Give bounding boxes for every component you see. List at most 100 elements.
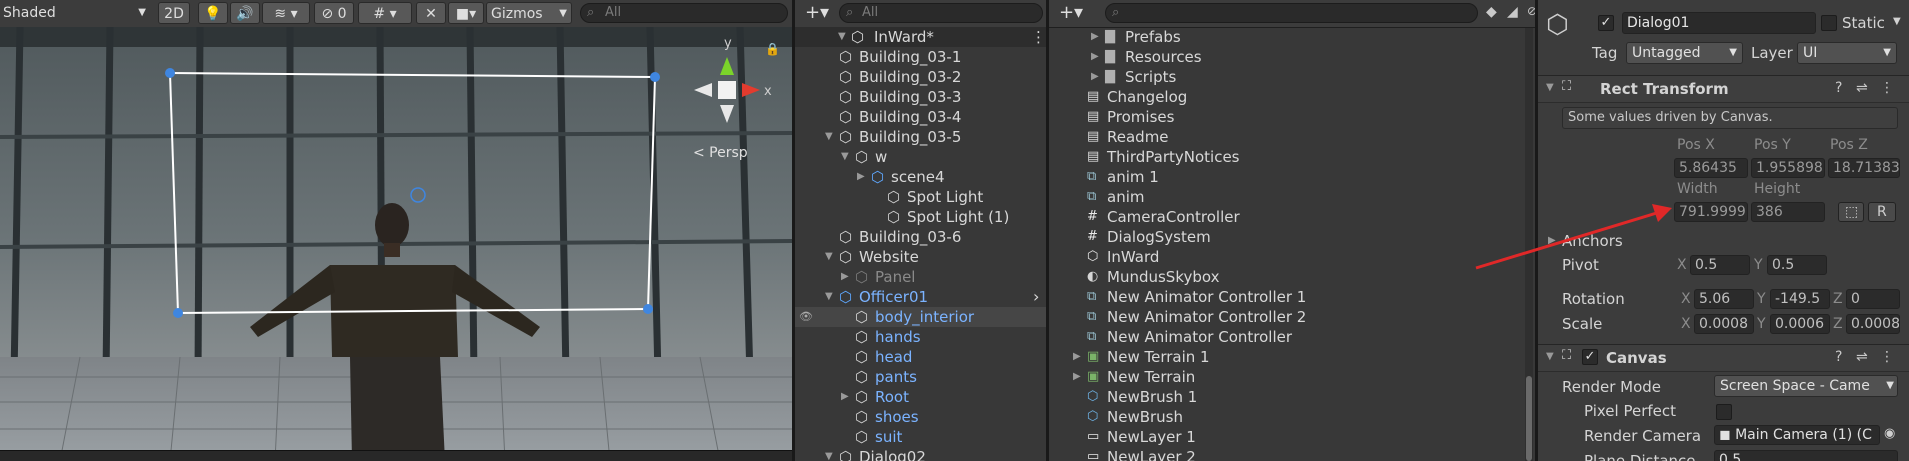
- canvas-header[interactable]: ▼ ⛶ ✓ Canvas ? ⇌ ⋮: [1538, 344, 1909, 372]
- hierarchy-item[interactable]: ⬡ Building_03-4: [795, 107, 1046, 127]
- open-prefab-chevron-icon[interactable]: ›: [1033, 287, 1039, 307]
- rect-transform-header[interactable]: ▼ ⛶ Rect Transform ? ⇌ ⋮: [1538, 75, 1909, 103]
- filter-type-icon[interactable]: ◆: [1486, 4, 1497, 20]
- project-asset-item[interactable]: ▭ NewLayer 1: [1049, 427, 1519, 447]
- scrollbar-thumb[interactable]: [1526, 376, 1532, 461]
- project-asset-item[interactable]: ▭ NewLayer 2: [1049, 447, 1519, 461]
- static-checkbox[interactable]: [1821, 15, 1837, 31]
- object-name-field[interactable]: Dialog01: [1622, 12, 1816, 34]
- expand-arrow-icon[interactable]: ▶: [1548, 235, 1556, 246]
- pos-y-field[interactable]: 1.955898: [1751, 158, 1825, 178]
- project-asset-item[interactable]: # DialogSystem: [1049, 227, 1519, 247]
- project-asset-item[interactable]: ▶ ▇ Resources: [1049, 47, 1519, 67]
- hierarchy-item[interactable]: ⬡ Spot Light: [795, 187, 1046, 207]
- pos-z-field[interactable]: 18.71383: [1828, 158, 1900, 178]
- hierarchy-item[interactable]: ▼ ⬡ Dialog02: [795, 447, 1046, 461]
- layer-dropdown[interactable]: UI ▼: [1797, 42, 1897, 64]
- scale-z-field[interactable]: 0.0008: [1846, 314, 1900, 334]
- hidden-packages-icon[interactable]: ⊘8: [1527, 4, 1535, 18]
- grid-dropdown[interactable]: # ▾: [358, 2, 412, 24]
- rotation-z-field[interactable]: 0: [1846, 289, 1900, 309]
- hierarchy-item[interactable]: ▶ ⬡ Root: [795, 387, 1046, 407]
- pixel-perfect-checkbox[interactable]: [1716, 404, 1732, 420]
- active-checkbox[interactable]: ✓: [1598, 15, 1614, 31]
- project-asset-item[interactable]: ⧉ New Animator Controller: [1049, 327, 1519, 347]
- project-asset-item[interactable]: ▤ Promises: [1049, 107, 1519, 127]
- project-scrollbar[interactable]: [1525, 28, 1533, 461]
- more-options-icon[interactable]: ⋮: [1031, 27, 1046, 47]
- hierarchy-item[interactable]: ⬡ Spot Light (1): [795, 207, 1046, 227]
- render-camera-field[interactable]: ◼ Main Camera (1) (C: [1714, 425, 1880, 445]
- camera-dropdown[interactable]: ■▾: [448, 2, 484, 24]
- project-asset-item[interactable]: ⬡ NewBrush: [1049, 407, 1519, 427]
- expand-arrow-icon[interactable]: ▶: [1091, 47, 1099, 67]
- project-asset-item[interactable]: # CameraController: [1049, 207, 1519, 227]
- hidden-objects-toggle[interactable]: ⊘ 0: [314, 2, 354, 24]
- rotation-x-field[interactable]: 5.06: [1694, 289, 1754, 309]
- visibility-eye-icon[interactable]: 👁: [799, 307, 813, 327]
- expand-arrow-icon[interactable]: ▶: [841, 267, 849, 287]
- project-asset-item[interactable]: ⬡ NewBrush 1: [1049, 387, 1519, 407]
- hierarchy-item[interactable]: ▼ ⬡ Building_03-5: [795, 127, 1046, 147]
- expand-arrow-icon[interactable]: ▼: [838, 27, 846, 47]
- project-asset-item[interactable]: ⧉ New Animator Controller 2: [1049, 307, 1519, 327]
- audio-toggle[interactable]: 🔊: [230, 2, 260, 24]
- pivot-y-field[interactable]: 0.5: [1767, 255, 1827, 275]
- project-asset-item[interactable]: ▶ ▣ New Terrain: [1049, 367, 1519, 387]
- hierarchy-item[interactable]: ⬡ Building_03-1: [795, 47, 1046, 67]
- project-asset-item[interactable]: ▤ ThirdPartyNotices: [1049, 147, 1519, 167]
- width-field[interactable]: 791.9999: [1674, 202, 1748, 222]
- canvas-enabled-checkbox[interactable]: ✓: [1582, 349, 1598, 365]
- hierarchy-item[interactable]: ▶ ⬡ scene4: [795, 167, 1046, 187]
- expand-arrow-icon[interactable]: ▶: [857, 167, 865, 187]
- collapse-arrow-icon[interactable]: ▼: [825, 287, 833, 307]
- preset-icon[interactable]: ⇌: [1856, 349, 1868, 365]
- scene-viewport[interactable]: y x < Persp 🔒: [0, 27, 792, 461]
- anchors-label[interactable]: Anchors: [1562, 232, 1623, 250]
- hierarchy-item[interactable]: ▼ ⬡ Website: [795, 247, 1046, 267]
- hierarchy-item[interactable]: ⬡ Building_03-3: [795, 87, 1046, 107]
- scene-root-row[interactable]: ▼ ⬡ InWard* ⋮: [795, 27, 1046, 47]
- expand-arrow-icon[interactable]: ▶: [1091, 27, 1099, 47]
- hierarchy-item[interactable]: ⬡ shoes: [795, 407, 1046, 427]
- lighting-toggle[interactable]: 💡: [198, 2, 228, 24]
- scale-x-field[interactable]: 0.0008: [1694, 314, 1754, 334]
- collapse-arrow-icon[interactable]: ▼: [841, 147, 849, 167]
- tools-toggle[interactable]: ✕: [416, 2, 446, 24]
- plane-distance-field[interactable]: 0.5: [1714, 450, 1898, 461]
- hierarchy-item[interactable]: ⬡ Building_03-6: [795, 227, 1046, 247]
- shading-mode-dropdown[interactable]: Shaded ▼: [0, 2, 150, 24]
- rotation-y-field[interactable]: -149.5: [1770, 289, 1830, 309]
- pos-x-field[interactable]: 5.86435: [1674, 158, 1748, 178]
- project-asset-item[interactable]: ⬡ InWard: [1049, 247, 1519, 267]
- hierarchy-item[interactable]: ⬡ Building_03-2: [795, 67, 1046, 87]
- hierarchy-item[interactable]: ⬡ hands: [795, 327, 1046, 347]
- label-tag-icon[interactable]: ◢: [1507, 4, 1518, 20]
- expand-arrow-icon[interactable]: ▶: [841, 387, 849, 407]
- hierarchy-item[interactable]: ⬡ head: [795, 347, 1046, 367]
- project-asset-item[interactable]: ▶ ▇ Scripts: [1049, 67, 1519, 87]
- expand-arrow-icon[interactable]: ▶: [1073, 367, 1081, 387]
- preset-icon[interactable]: ⇌: [1856, 80, 1868, 96]
- project-asset-item[interactable]: ⧉ anim 1: [1049, 167, 1519, 187]
- tag-dropdown[interactable]: Untagged ▼: [1626, 42, 1743, 64]
- scene-search-input[interactable]: ⌕ All: [580, 3, 788, 23]
- raw-edit-button[interactable]: R: [1868, 202, 1896, 222]
- expand-arrow-icon[interactable]: ▶: [1073, 347, 1081, 367]
- project-asset-item[interactable]: ▤ Readme: [1049, 127, 1519, 147]
- blueprint-mode-button[interactable]: ⬚: [1838, 202, 1864, 222]
- hierarchy-item[interactable]: ⬡ pants: [795, 367, 1046, 387]
- hierarchy-item[interactable]: ▶ ⬡ Panel: [795, 267, 1046, 287]
- collapse-arrow-icon[interactable]: ▼: [1546, 351, 1554, 362]
- project-asset-item[interactable]: ⧉ New Animator Controller 1: [1049, 287, 1519, 307]
- 2d-toggle[interactable]: 2D: [158, 2, 190, 24]
- project-asset-item[interactable]: ▶ ▣ New Terrain 1: [1049, 347, 1519, 367]
- render-mode-dropdown[interactable]: Screen Space - Came ▼: [1714, 375, 1898, 397]
- collapse-arrow-icon[interactable]: ▼: [825, 247, 833, 267]
- chevron-down-icon[interactable]: ▼: [1893, 16, 1901, 27]
- project-asset-item[interactable]: ◐ MundusSkybox: [1049, 267, 1519, 287]
- help-icon[interactable]: ?: [1835, 349, 1842, 365]
- collapse-arrow-icon[interactable]: ▼: [825, 127, 833, 147]
- add-object-button[interactable]: +▾: [797, 2, 837, 24]
- expand-arrow-icon[interactable]: ▶: [1091, 67, 1099, 87]
